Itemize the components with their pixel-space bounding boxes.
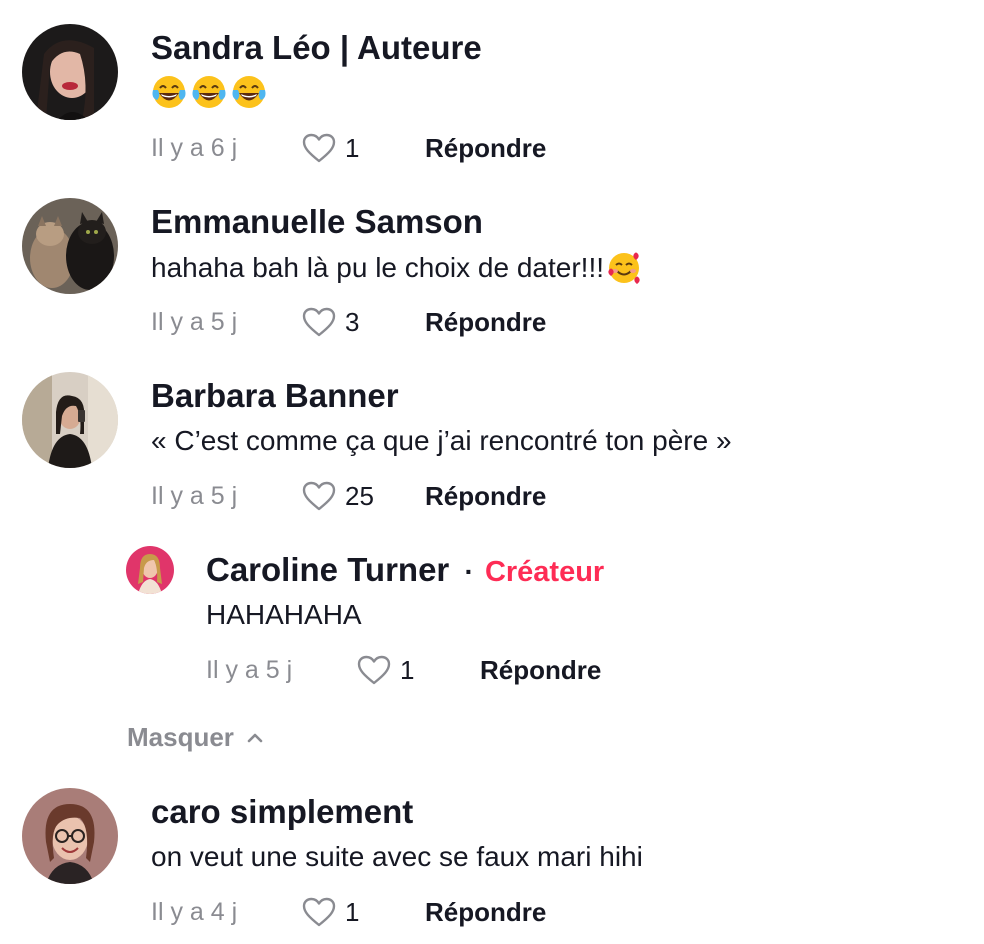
face-with-tears-of-joy-icon xyxy=(232,76,266,108)
heart-outline-icon xyxy=(302,481,336,511)
comment-meta: Il y a 4 j 1 Répondre xyxy=(151,892,546,932)
avatar[interactable] xyxy=(22,788,118,884)
like-button[interactable]: 25 xyxy=(301,480,385,512)
reply-button[interactable]: Répondre xyxy=(425,481,546,512)
avatar[interactable] xyxy=(22,24,118,120)
heart-outline-icon xyxy=(357,655,391,685)
comment-author[interactable]: Barbara Banner xyxy=(151,376,399,416)
comment-time: Il y a 5 j xyxy=(151,307,238,336)
comment-time: Il y a 6 j xyxy=(151,133,238,162)
avatar[interactable] xyxy=(126,546,174,594)
like-button[interactable]: 1 xyxy=(301,132,385,164)
comment-author[interactable]: caro simplement xyxy=(151,792,413,832)
avatar[interactable] xyxy=(22,372,118,468)
heart-outline-icon xyxy=(302,307,336,337)
heart-outline-icon xyxy=(302,133,336,163)
reply-meta: Il y a 5 j 1 Répondre xyxy=(206,650,601,690)
comment-meta: Il y a 6 j 1 Répondre xyxy=(151,128,546,168)
creator-badge: Créateur xyxy=(484,556,605,588)
heart-outline-icon xyxy=(302,897,336,927)
comment-text: « C’est comme ça que j’ai rencontré ton … xyxy=(151,425,732,456)
reply-author[interactable]: Caroline Turner xyxy=(206,551,449,588)
reply-text: HAHAHAHA xyxy=(206,599,362,630)
like-count: 25 xyxy=(345,480,374,511)
like-count: 1 xyxy=(345,896,360,927)
like-count: 1 xyxy=(345,132,360,163)
hide-replies-label: Masquer xyxy=(127,722,234,752)
comment-meta: Il y a 5 j 3 Répondre xyxy=(151,302,546,342)
reply-author-line: Caroline Turner · Créateur xyxy=(206,550,604,592)
comment-text: hahaha bah là pu le choix de dater!!! xyxy=(151,250,642,286)
comment-emoji-row xyxy=(151,74,267,110)
comment-text-content: hahaha bah là pu le choix de dater!!! xyxy=(151,252,605,283)
like-count: 3 xyxy=(345,306,360,337)
smiling-face-with-hearts-icon xyxy=(608,252,640,284)
comment-author[interactable]: Emmanuelle Samson xyxy=(151,202,483,242)
hide-replies-button[interactable]: Masquer xyxy=(127,722,266,753)
face-with-tears-of-joy-icon xyxy=(152,76,186,108)
reply-time: Il y a 5 j xyxy=(206,655,293,684)
like-button[interactable]: 3 xyxy=(301,306,385,338)
like-count: 1 xyxy=(400,654,415,685)
reply-button[interactable]: Répondre xyxy=(480,655,601,686)
comment-author[interactable]: Sandra Léo | Auteure xyxy=(151,28,482,68)
like-button[interactable]: 1 xyxy=(301,896,385,928)
avatar[interactable] xyxy=(22,198,118,294)
comment-text: on veut une suite avec se faux mari hihi xyxy=(151,841,643,872)
chevron-up-icon xyxy=(247,733,263,742)
creator-separator: · xyxy=(464,556,474,587)
comment-meta: Il y a 5 j 25 Répondre xyxy=(151,476,546,516)
comment-time: Il y a 4 j xyxy=(151,897,238,926)
reply-button[interactable]: Répondre xyxy=(425,307,546,338)
face-with-tears-of-joy-icon xyxy=(192,76,226,108)
reply-button[interactable]: Répondre xyxy=(425,133,546,164)
comment-time: Il y a 5 j xyxy=(151,481,238,510)
like-button[interactable]: 1 xyxy=(356,654,440,686)
reply-button[interactable]: Répondre xyxy=(425,897,546,928)
